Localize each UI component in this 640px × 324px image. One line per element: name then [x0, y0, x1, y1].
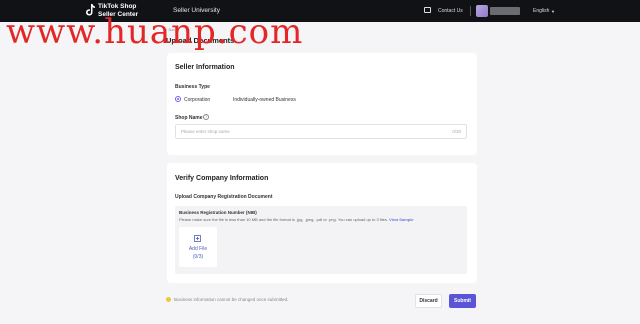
discard-button[interactable]: Discard	[415, 294, 442, 308]
radio-individual-label[interactable]: Individually-owned Business	[233, 97, 296, 103]
contact-us-link[interactable]: Contact Us	[438, 8, 463, 14]
warning-icon	[166, 297, 171, 302]
business-type-label: Business Type	[175, 84, 210, 90]
shop-name-char-count: 0/30	[452, 129, 461, 134]
account-name-blurred	[490, 7, 520, 15]
radio-individual[interactable]	[224, 96, 230, 102]
radio-corporation-label[interactable]: Corporation	[184, 97, 210, 103]
upload-area: Business Registration Number (NIB) Pleas…	[175, 206, 467, 274]
language-selector[interactable]: English	[533, 8, 549, 14]
file-count: (0/3)	[192, 254, 204, 260]
view-sample-link[interactable]: View Sample	[389, 217, 413, 222]
radio-corporation[interactable]	[175, 96, 181, 102]
seller-information-card: Seller Information Business Type Corpora…	[167, 53, 477, 155]
document-title: Business Registration Number (NIB)	[179, 210, 257, 215]
verify-company-card: Verify Company Information Upload Compan…	[167, 163, 477, 283]
shop-name-label: Shop Name	[175, 115, 203, 121]
upload-document-label: Upload Company Registration Document	[175, 194, 273, 200]
seller-information-title: Seller Information	[175, 64, 235, 71]
topbar-divider	[470, 6, 471, 16]
add-file-label: Add File	[188, 246, 208, 252]
chevron-down-icon: ▼	[551, 9, 555, 14]
add-file-button[interactable]: Add File (0/3)	[179, 227, 217, 267]
shop-name-placeholder: Please enter shop name	[181, 129, 230, 134]
footer-note: Business information cannot be changed o…	[174, 297, 289, 302]
upload-hint-text: Please make sure the file is less than 1…	[179, 217, 389, 222]
watermark: www.huanp.com	[6, 12, 304, 52]
account-menu[interactable]	[476, 5, 524, 17]
info-icon[interactable]: ?	[203, 114, 209, 120]
upload-icon	[194, 235, 201, 242]
logo-text-line1: TikTok Shop	[98, 3, 137, 10]
message-icon[interactable]	[424, 7, 431, 13]
upload-hint: Please make sure the file is less than 1…	[179, 217, 414, 222]
shop-name-input[interactable]: Please enter shop name 0/30	[175, 124, 467, 139]
verify-company-title: Verify Company Information	[175, 175, 269, 182]
avatar	[476, 5, 488, 17]
submit-button[interactable]: Submit	[449, 294, 476, 308]
